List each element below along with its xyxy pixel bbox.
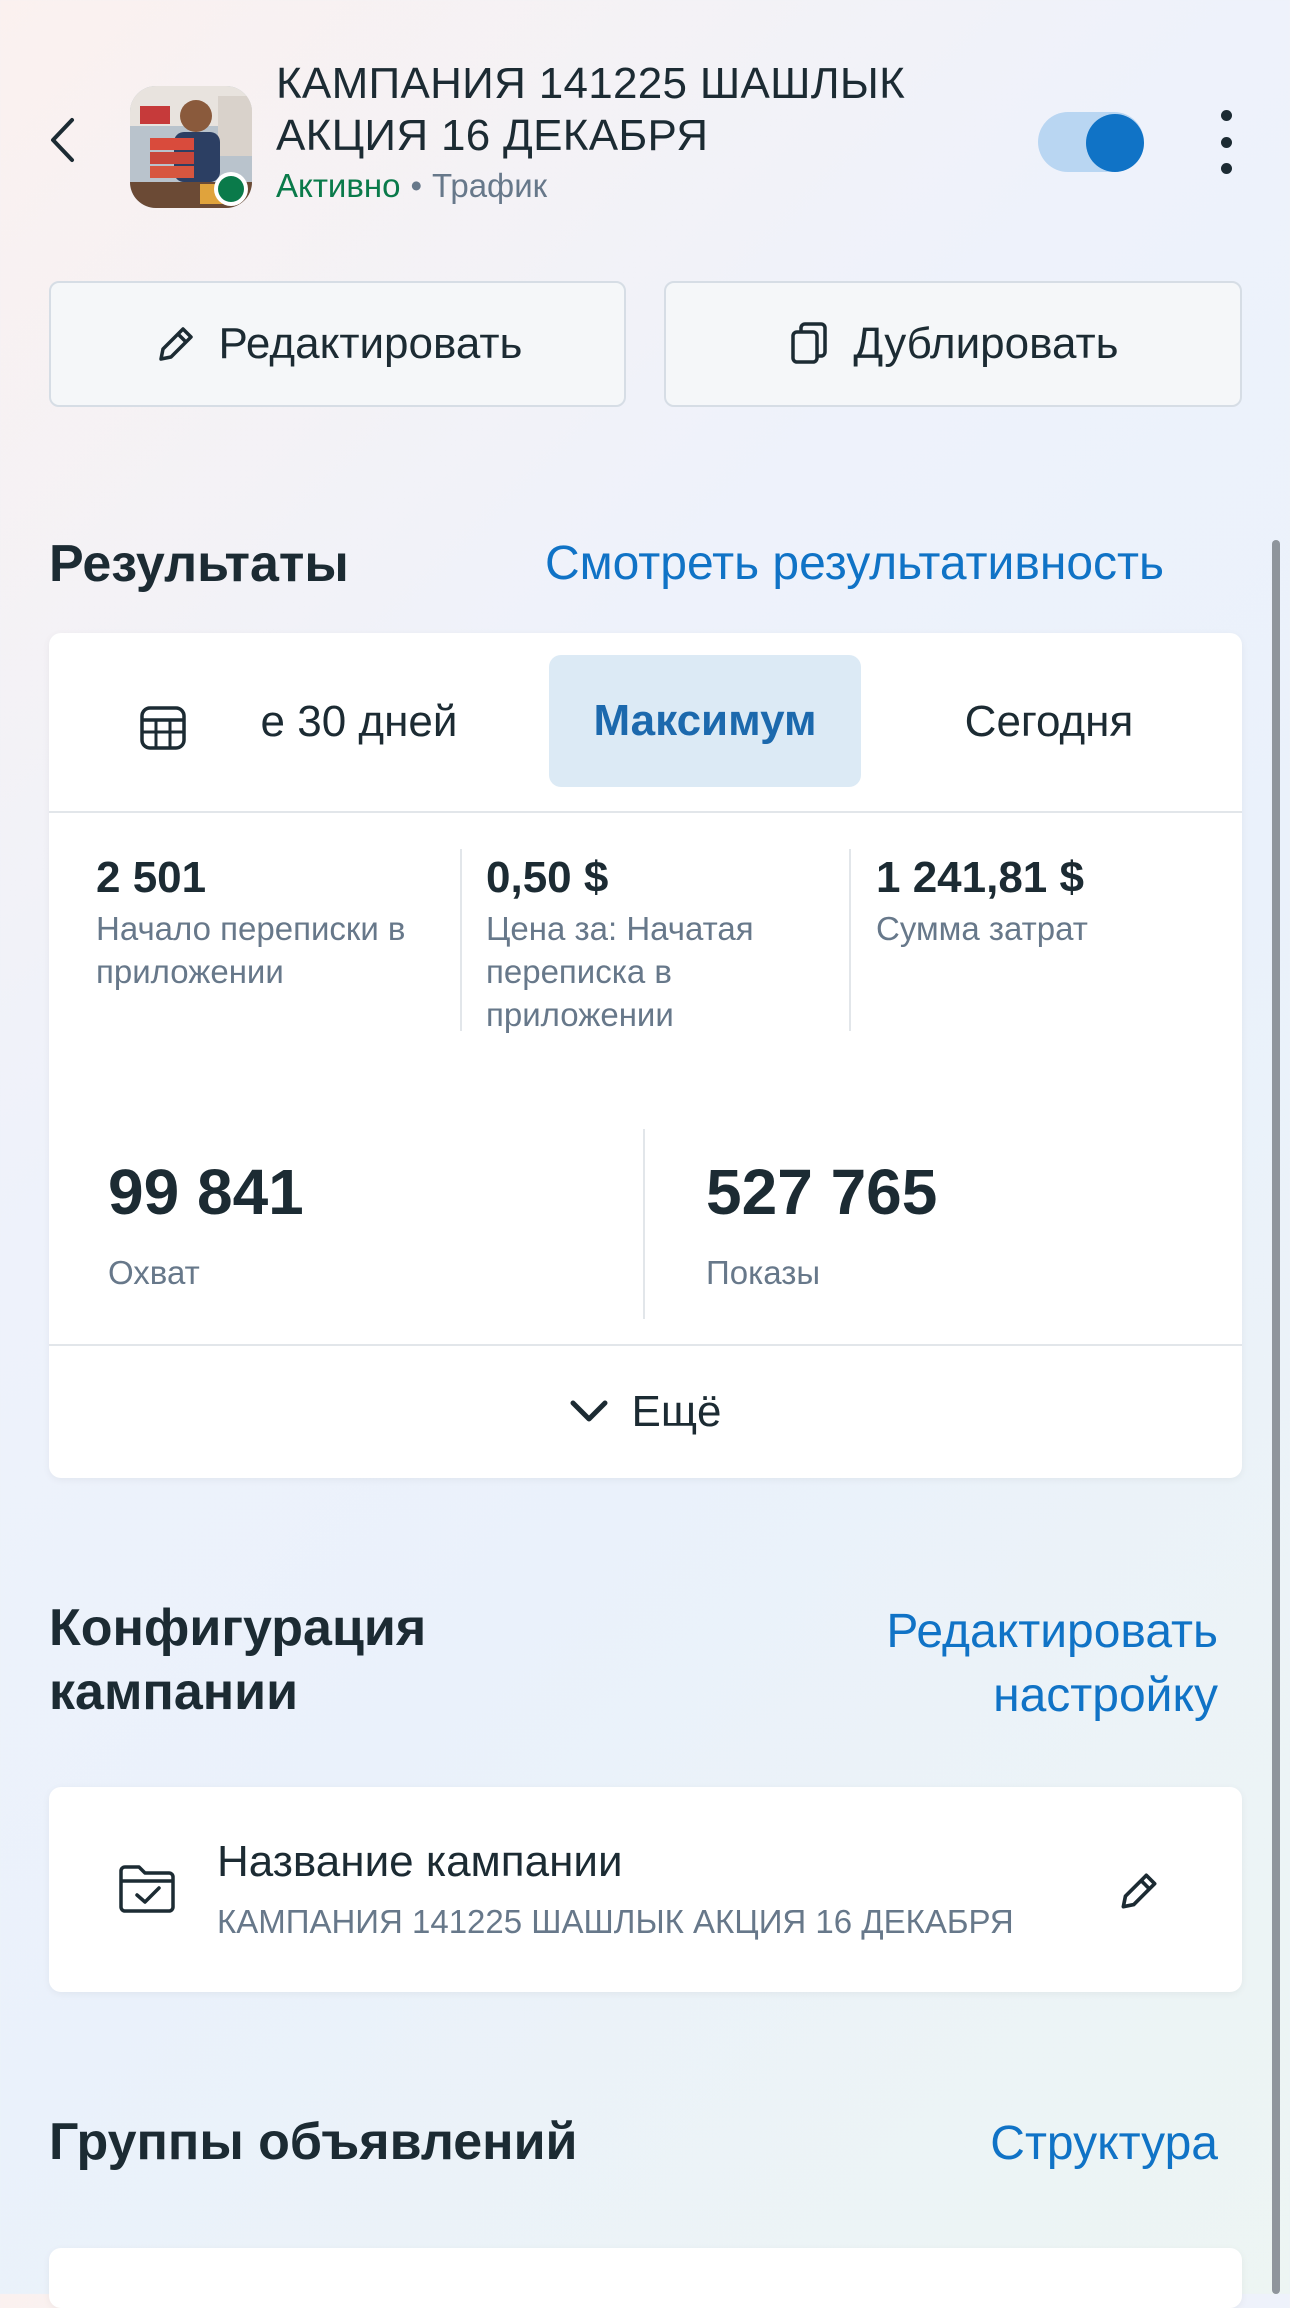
campaign-toggle[interactable]: [1038, 112, 1144, 172]
metric-value: 1 241,81 $: [876, 853, 1084, 902]
reach-label: Охват: [108, 1254, 200, 1291]
tab-today[interactable]: Сегодня: [909, 657, 1189, 787]
date-range-tabs: е 30 дней Максимум Сегодня: [49, 633, 1242, 813]
config-heading: Конфигурация кампании: [49, 1596, 426, 1724]
metric-label: Сумма затрат: [876, 910, 1088, 947]
metric-label: Начало переписки в приложении: [96, 910, 406, 990]
edit-settings-link[interactable]: Редактировать настройку: [886, 1600, 1218, 1728]
scrollbar[interactable]: [1272, 540, 1280, 2294]
reach-value: 99 841: [108, 1156, 304, 1228]
campaign-name-label: Название кампании: [217, 1837, 623, 1886]
separator-dot: •: [410, 167, 423, 204]
tab-maximum[interactable]: Максимум: [549, 655, 861, 787]
edit-settings-link-line: Редактировать: [886, 1605, 1218, 1658]
campaign-name-value: КАМПАНИЯ 141225 ШАШЛЫК АКЦИЯ 16 ДЕКАБРЯ: [217, 1903, 1014, 1940]
more-options-button[interactable]: [1206, 110, 1246, 174]
structure-link[interactable]: Структура: [990, 2112, 1218, 2176]
objective-text: Трафик: [432, 167, 548, 204]
campaign-title: КАМПАНИЯ 141225 ШАШЛЫК АКЦИЯ 16 ДЕКАБРЯ: [276, 59, 906, 160]
campaign-subline: Активно • Трафик: [276, 166, 547, 206]
duplicate-icon: [791, 322, 828, 364]
tab-last-30-days[interactable]: е 30 дней: [249, 657, 469, 787]
edit-name-button[interactable]: [1109, 1861, 1169, 1921]
back-button[interactable]: [40, 110, 84, 170]
edit-button-label: Редактировать: [218, 319, 523, 368]
folder-check-icon: [119, 1865, 175, 1913]
chevron-left-icon: [51, 118, 74, 162]
impressions-label: Показы: [706, 1254, 821, 1291]
results-card: е 30 дней Максимум Сегодня 2 501 Начало …: [49, 633, 1242, 1478]
duplicate-button-label: Дублировать: [853, 319, 1119, 368]
toggle-knob: [1086, 114, 1144, 172]
divider: [460, 849, 462, 1031]
dot-icon: [1220, 110, 1232, 121]
dot-icon: [1220, 136, 1232, 148]
pencil-icon: [1121, 1873, 1157, 1909]
edit-settings-link-line: настройку: [993, 1669, 1218, 1722]
calendar-button[interactable]: [131, 695, 195, 759]
view-performance-link[interactable]: Смотреть результативность: [545, 532, 1164, 596]
divider: [849, 849, 851, 1031]
adsets-heading: Группы объявлений: [49, 2113, 578, 2171]
metric-label: Цена за: Начатая переписка в приложении: [486, 910, 754, 1033]
campaign-name-card[interactable]: Название кампании КАМПАНИЯ 141225 ШАШЛЫК…: [49, 1787, 1242, 1992]
metric-value: 0,50 $: [486, 853, 609, 902]
adsets-card: [49, 2248, 1242, 2308]
config-heading-line: кампании: [49, 1663, 299, 1721]
dot-icon: [1220, 163, 1232, 174]
edit-button[interactable]: Редактировать: [49, 281, 626, 407]
duplicate-button[interactable]: Дублировать: [664, 281, 1242, 407]
impressions-value: 527 765: [706, 1156, 938, 1228]
show-more-button[interactable]: Ещё: [49, 1346, 1242, 1478]
pencil-icon: [158, 327, 193, 361]
calendar-icon: [140, 706, 186, 750]
divider: [643, 1129, 645, 1319]
metric-value: 2 501: [96, 853, 207, 902]
active-status-dot: [214, 172, 248, 206]
results-heading: Результаты: [49, 535, 349, 593]
config-heading-line: Конфигурация: [49, 1599, 427, 1657]
status-text: Активно: [276, 167, 401, 204]
show-more-label: Ещё: [631, 1387, 722, 1436]
chevron-down-icon: [570, 1400, 608, 1422]
